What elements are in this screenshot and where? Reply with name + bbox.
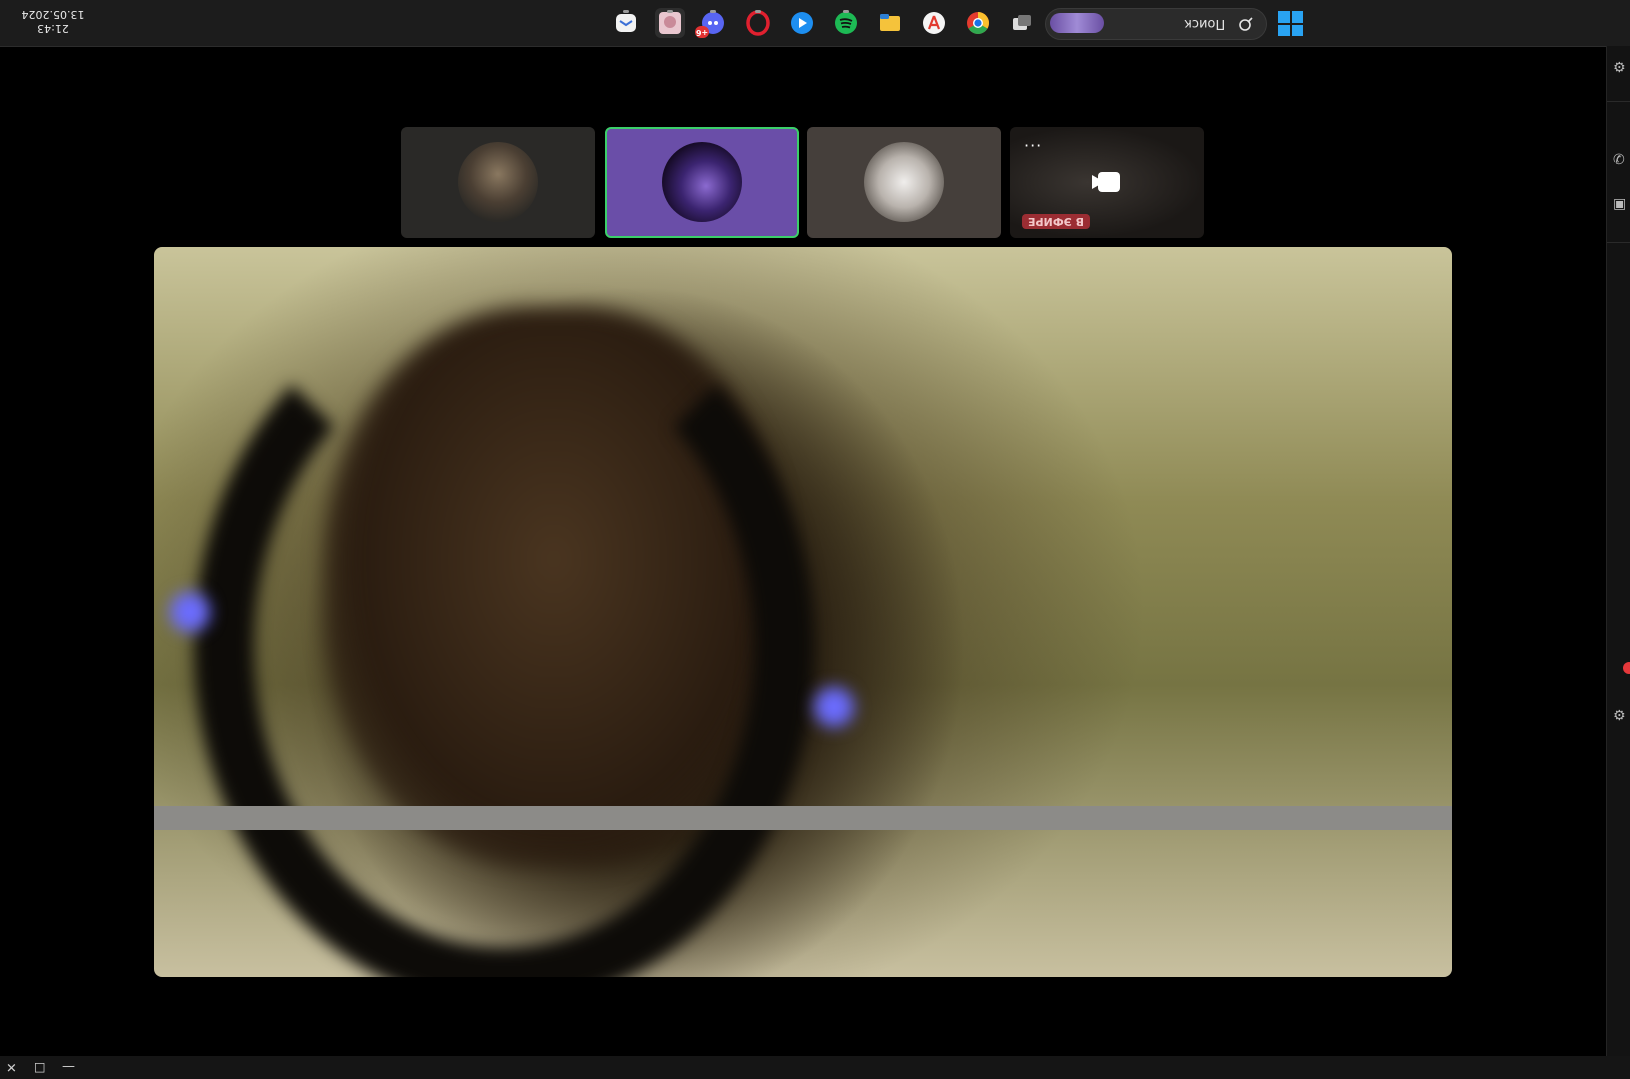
- chrome-button[interactable]: [963, 8, 993, 38]
- media-player-icon: [791, 12, 813, 34]
- clock-time: 21:43: [37, 22, 69, 35]
- app-icon-1[interactable]: [611, 8, 641, 38]
- participant-3-avatar: [864, 142, 944, 222]
- search-box[interactable]: Поиск: [1045, 8, 1267, 40]
- app-1-icon: [616, 14, 636, 32]
- more-options-icon[interactable]: ···: [1024, 138, 1042, 154]
- main-video-feed[interactable]: [154, 247, 1452, 977]
- video-artifact-bar: [154, 806, 1452, 830]
- media-player-button[interactable]: [787, 8, 817, 38]
- chrome-icon: [967, 12, 989, 34]
- avatar-icon: [659, 12, 681, 34]
- spotify-button[interactable]: [831, 8, 861, 38]
- folder-icon: [880, 14, 900, 31]
- participant-tile-1[interactable]: [401, 127, 595, 238]
- video-glow-left: [170, 592, 210, 632]
- phone-icon[interactable]: ✆: [1613, 152, 1625, 168]
- right-side-panel: ⚙ ✆ ▣ ⚙: [1606, 46, 1630, 1056]
- settings-icon[interactable]: ⚙: [1613, 60, 1626, 76]
- app-avatar-button[interactable]: [655, 8, 685, 38]
- taskbar: 21:43 13.05.2024 +6 Поиск: [0, 0, 1630, 47]
- video-headset: [194, 287, 814, 977]
- camera-icon: [1092, 172, 1120, 192]
- minimize-window-button[interactable]: —: [62, 1059, 75, 1074]
- participant-1-avatar: [458, 142, 538, 222]
- task-view-button[interactable]: [1007, 8, 1037, 38]
- acrobat-button[interactable]: [919, 8, 949, 38]
- notification-badge: +6: [695, 26, 709, 38]
- video-glow-right: [814, 687, 854, 727]
- opera-icon: [746, 10, 770, 36]
- participant-tile-3[interactable]: [807, 127, 1001, 238]
- search-label: Поиск: [1184, 16, 1226, 31]
- maximize-window-button[interactable]: ☐: [34, 1059, 46, 1074]
- camera-toggle-icon[interactable]: ▣: [1613, 196, 1626, 212]
- window-title-bar: ✕ ☐ —: [0, 1056, 1630, 1079]
- windows-logo-icon: [1278, 11, 1290, 23]
- clock-date: 13.05.2024: [21, 8, 85, 21]
- notification-dot: [1623, 662, 1630, 674]
- gear-icon[interactable]: ⚙: [1613, 708, 1626, 724]
- live-badge: В ЭФИРЕ: [1022, 214, 1090, 229]
- participant-tile-2-speaking[interactable]: [605, 127, 799, 238]
- spotify-icon: [835, 12, 857, 34]
- file-explorer-button[interactable]: [875, 8, 905, 38]
- discord-button[interactable]: +6: [695, 8, 728, 38]
- close-window-button[interactable]: ✕: [6, 1059, 17, 1074]
- system-clock[interactable]: 21:43 13.05.2024: [18, 7, 88, 35]
- opera-button[interactable]: [743, 8, 773, 38]
- task-view-icon: [1013, 15, 1031, 30]
- participant-2-avatar: [662, 142, 742, 222]
- acrobat-icon: [923, 12, 945, 34]
- search-icon: [1239, 17, 1253, 31]
- search-highlight-art: [1050, 13, 1104, 33]
- start-button[interactable]: [1278, 11, 1303, 36]
- participant-tile-stream[interactable]: ··· В ЭФИРЕ: [1010, 127, 1204, 238]
